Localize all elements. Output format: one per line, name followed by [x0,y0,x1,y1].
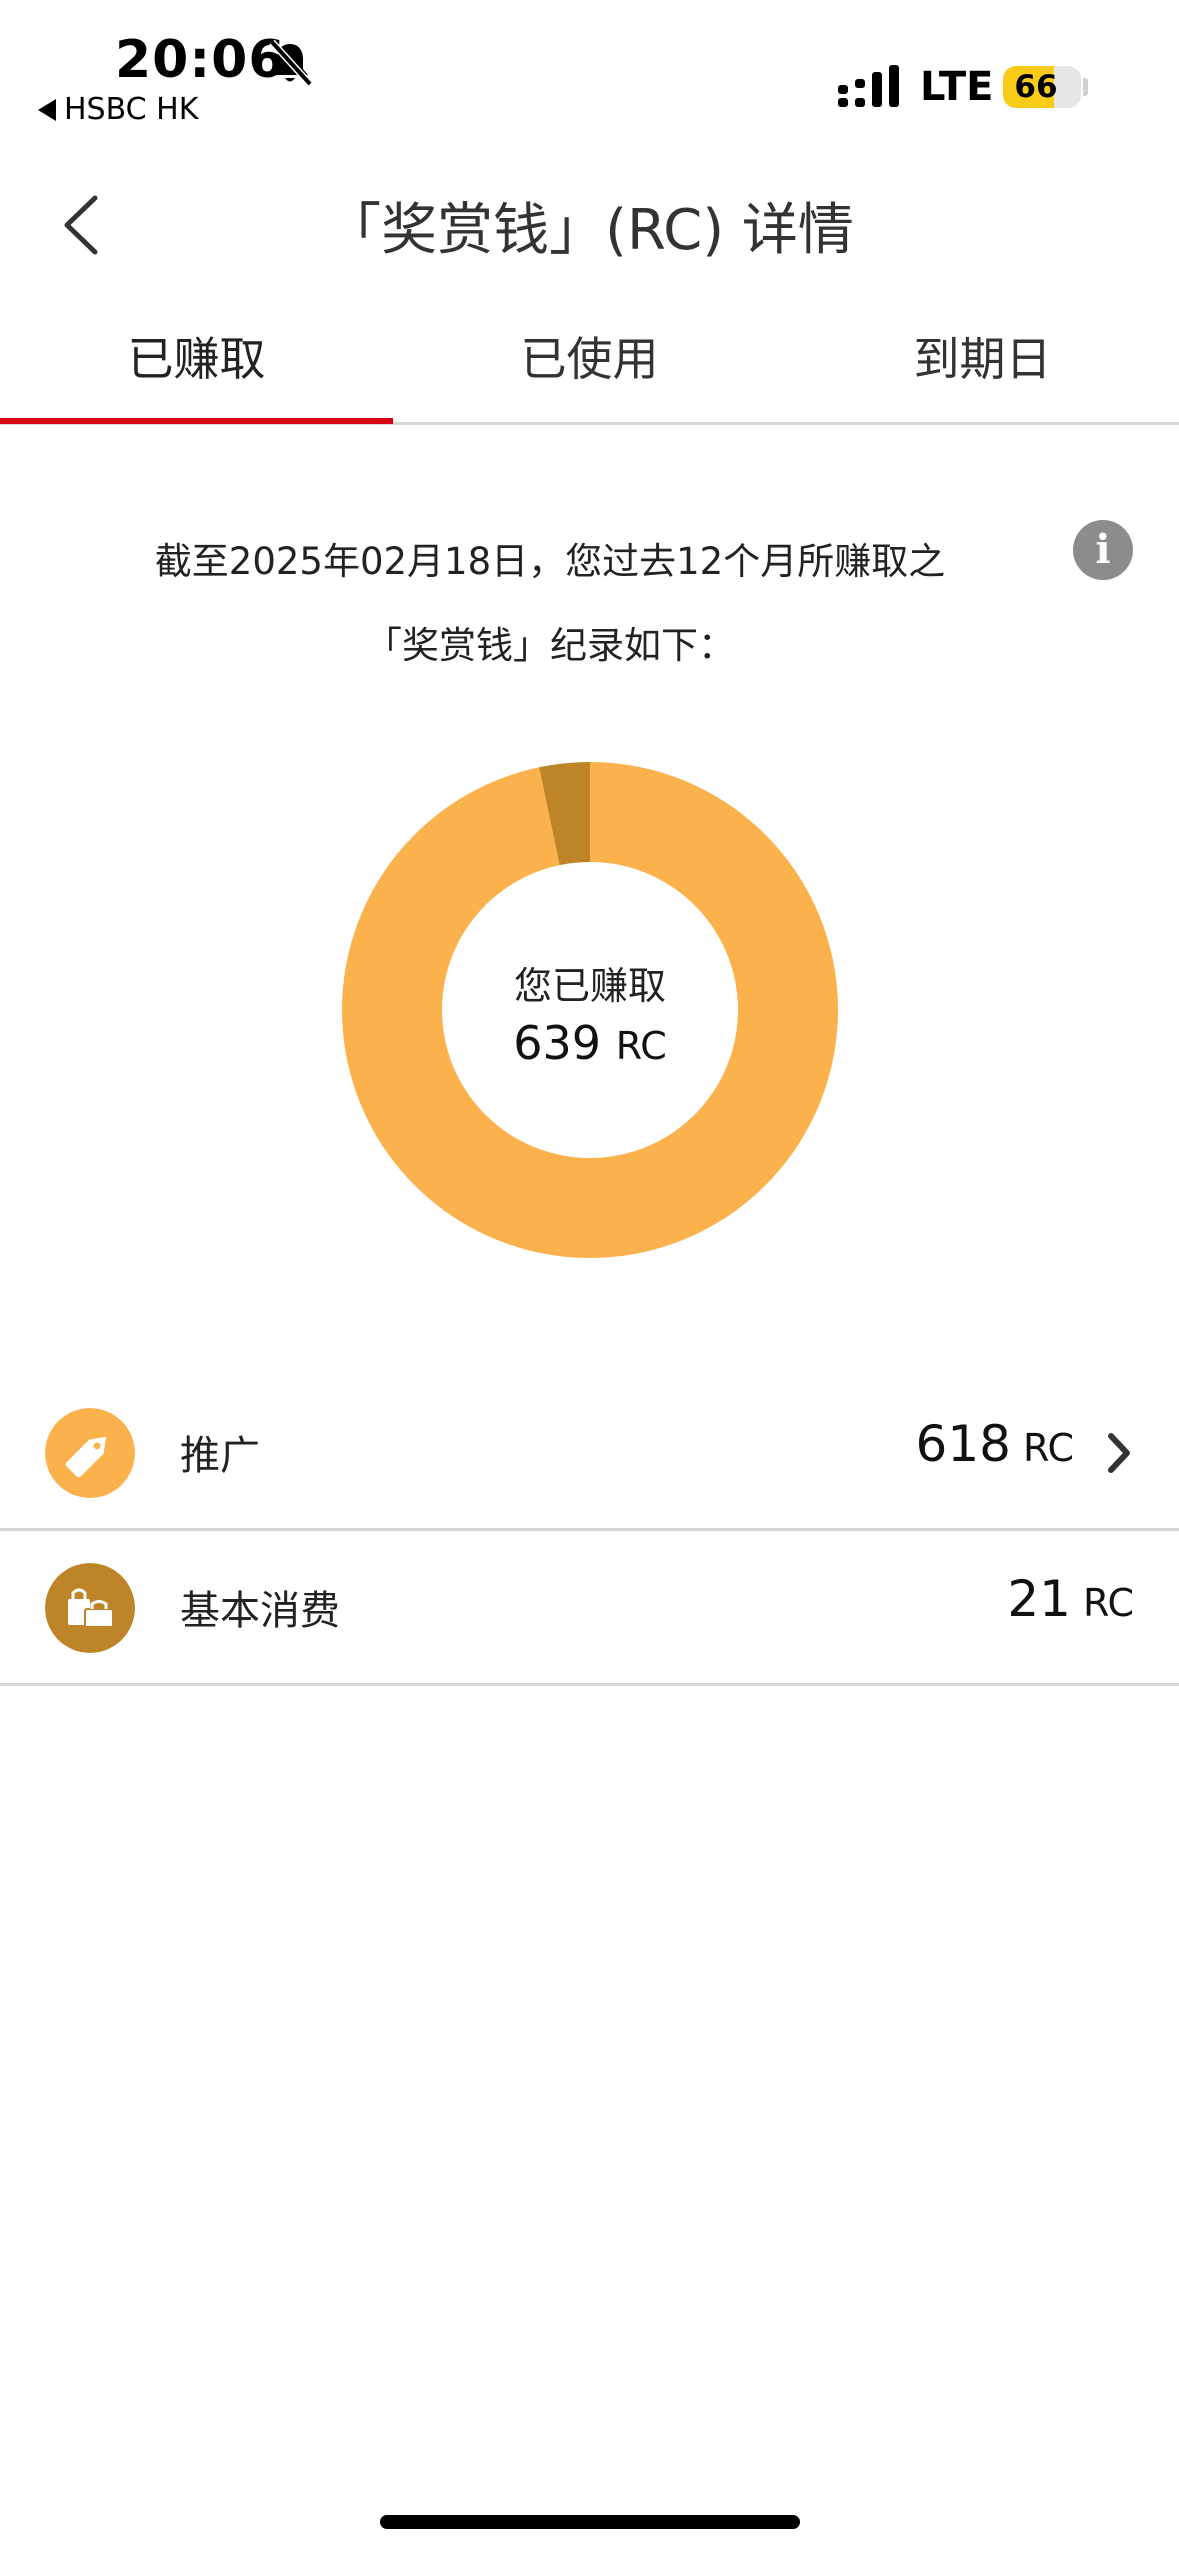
page-title: 「奖赏钱」(RC) 详情 [325,198,854,263]
basic-rc-value: 21 [1007,1570,1071,1628]
chevron-right-icon[interactable] [1105,1430,1133,1476]
list-item-value: 618 RC [916,1415,1074,1473]
battery-icon: 66 [1003,66,1081,108]
list-item-value: 21 RC [1007,1570,1134,1628]
back-to-app-link[interactable]: HSBC HK [38,92,198,127]
list-item-label: 基本消费 [180,1588,340,1634]
donut-total: 639 RC [440,1016,740,1070]
basic-rc-unit: RC [1082,1581,1134,1625]
active-tab-indicator [0,418,393,424]
status-time: 20:06 [115,30,286,90]
donut-total-value: 639 [513,1016,602,1070]
back-triangle-icon [38,98,56,121]
back-app-label: HSBC HK [64,92,199,127]
network-type: LTE [920,64,994,110]
tab-expiry[interactable]: 到期日 [786,300,1179,424]
summary-line-1: 截至2025年02月18日，您过去12个月所赚取之 [154,540,946,583]
info-icon[interactable]: i [1073,520,1133,580]
list-item-basic-spending: 基本消费 21 RC [0,1530,1179,1685]
signal-icon [838,65,899,107]
donut-center: 您已赚取 639 RC [440,955,740,1070]
promotion-rc-unit: RC [1022,1426,1074,1470]
list-item-promotion[interactable]: 推广 618 RC [0,1375,1179,1530]
summary-line-2: 「奖赏钱」纪录如下： [365,624,735,667]
shopping-bags-icon [45,1563,135,1653]
home-indicator [380,2515,800,2529]
donut-total-unit: RC [615,1024,667,1068]
battery-cap [1083,78,1088,96]
promotion-rc-value: 618 [915,1415,1011,1473]
bell-muted-icon [269,39,313,87]
row-divider [0,1683,1179,1686]
tag-icon [45,1408,135,1498]
battery-percent: 66 [1014,69,1058,105]
tab-bar: 已赚取 已使用 到期日 [0,300,1179,424]
list-item-label: 推广 [180,1433,260,1479]
summary-text: 截至2025年02月18日，您过去12个月所赚取之 「奖赏钱」纪录如下： [100,520,1000,688]
donut-center-label: 您已赚取 [513,964,666,1008]
tab-used[interactable]: 已使用 [393,300,786,424]
tab-earned[interactable]: 已赚取 [0,300,393,424]
